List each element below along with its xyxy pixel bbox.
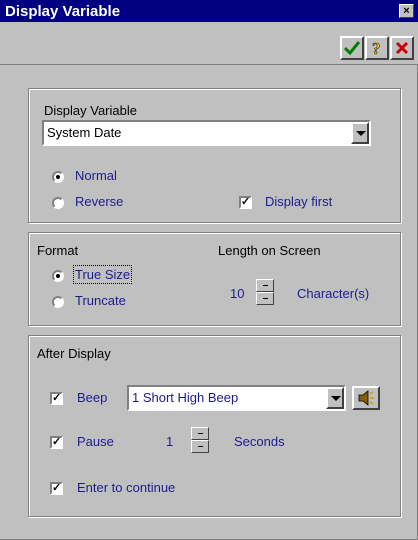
spin-down-button[interactable] [191,440,209,453]
pause-checkbox[interactable]: ✓ [50,436,63,449]
length-unit: Character(s) [297,286,370,301]
title-bar[interactable]: Display Variable × [0,0,418,22]
radio-normal-label[interactable]: Normal [75,168,117,183]
radio-truncate[interactable] [52,296,64,308]
pause-spinner[interactable] [191,427,209,453]
ok-button[interactable] [340,36,364,60]
play-sound-button[interactable] [352,386,380,410]
radio-truncate-label[interactable]: Truncate [75,293,126,308]
help-button[interactable]: ? [365,36,389,60]
radio-reverse-label[interactable]: Reverse [75,194,123,209]
beep-select[interactable]: 1 Short High Beep [127,385,346,411]
svg-text:?: ? [372,40,381,56]
radio-reverse[interactable] [52,197,64,209]
beep-label[interactable]: Beep [77,390,107,405]
after-display-label: After Display [37,346,111,361]
variable-select[interactable]: System Date [42,120,371,146]
beep-checkbox[interactable]: ✓ [50,392,63,405]
variable-label: Display Variable [44,103,137,118]
close-icon[interactable]: × [399,4,414,18]
spin-up-button[interactable] [256,279,274,292]
length-value[interactable]: 10 [230,286,244,301]
pause-label[interactable]: Pause [77,434,114,449]
chevron-down-icon[interactable] [351,122,369,144]
display-first-label[interactable]: Display first [265,194,332,209]
radio-true-size[interactable] [52,270,64,282]
cancel-icon [395,41,409,55]
spin-up-button[interactable] [191,427,209,440]
radio-true-size-label[interactable]: True Size [72,265,133,284]
sound-icon [358,390,374,406]
variable-select-value: System Date [47,125,122,140]
enter-continue-checkbox[interactable]: ✓ [50,482,63,495]
question-icon: ? [372,40,381,56]
display-first-checkbox[interactable]: ✓ [239,196,252,209]
radio-normal[interactable] [52,171,64,183]
length-spinner[interactable] [256,279,274,305]
spin-down-button[interactable] [256,292,274,305]
beep-select-value: 1 Short High Beep [132,390,239,405]
length-label: Length on Screen [218,243,321,258]
check-icon [344,41,360,55]
chevron-down-icon[interactable] [326,387,344,409]
cancel-button[interactable] [390,36,414,60]
dialog-window: Display Variable × ? Display Variable Sy… [0,0,418,540]
pause-value[interactable]: 1 [166,434,173,449]
enter-continue-label[interactable]: Enter to continue [77,480,175,495]
window-title: Display Variable [5,3,121,20]
format-label: Format [37,243,79,258]
pause-unit: Seconds [234,434,285,449]
